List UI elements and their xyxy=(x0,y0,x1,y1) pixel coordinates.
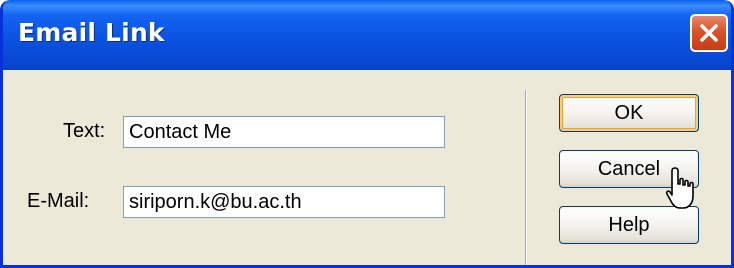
text-input[interactable] xyxy=(123,116,445,148)
title-bar[interactable]: Email Link xyxy=(3,0,731,70)
text-label: Text: xyxy=(63,120,106,142)
pointer-cursor-icon xyxy=(665,167,694,209)
email-input[interactable] xyxy=(123,186,445,218)
dialog-body: Text: E-Mail: OK Cancel Help xyxy=(3,70,731,265)
ok-button[interactable]: OK xyxy=(559,94,699,132)
dialog-title: Email Link xyxy=(18,18,165,47)
email-label: E-Mail: xyxy=(27,190,90,212)
close-icon xyxy=(700,24,718,42)
close-button[interactable] xyxy=(690,14,728,52)
email-link-dialog: Email Link Text: E-Mail: OK Cancel Help xyxy=(0,0,734,268)
vertical-separator xyxy=(525,90,527,265)
